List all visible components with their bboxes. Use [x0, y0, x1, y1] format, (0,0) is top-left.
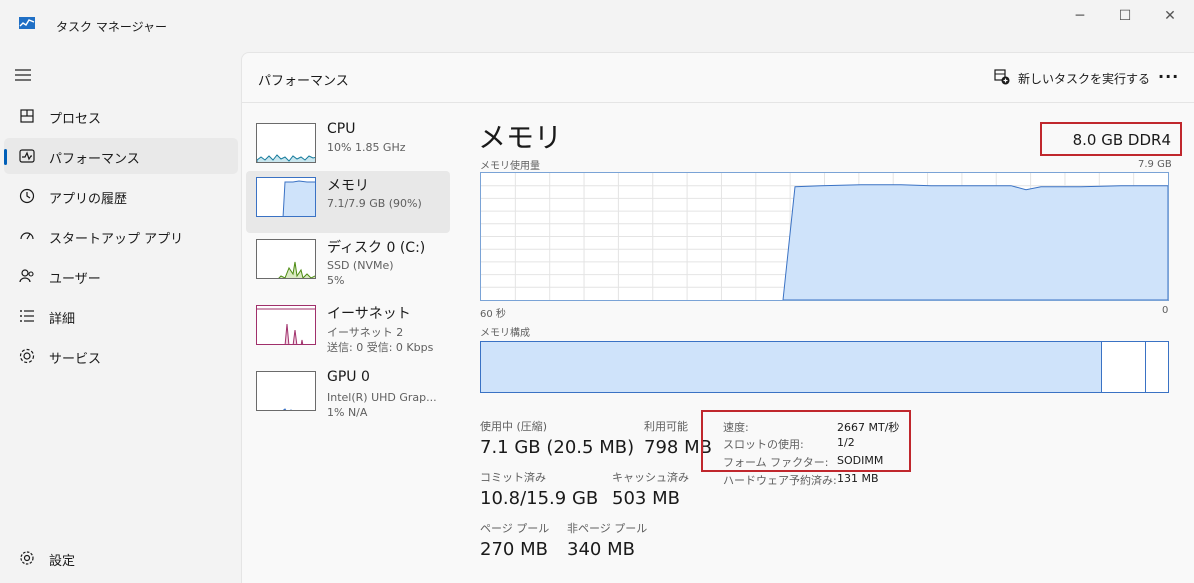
cached-label: キャッシュ済み — [612, 471, 689, 484]
device-detail: イーサネット 2 — [327, 326, 404, 339]
run-new-task-label: 新しいタスクを実行する — [1018, 72, 1151, 86]
hamburger-menu-icon[interactable] — [14, 66, 32, 84]
users-icon — [19, 269, 34, 283]
memory-thumbnail — [256, 177, 316, 217]
nav-item-users[interactable]: ユーザー — [4, 258, 238, 294]
time-axis-end: 0 — [1162, 305, 1169, 316]
device-name: イーサネット — [327, 306, 411, 322]
nav-item-services[interactable]: サービス — [4, 338, 238, 374]
paged-pool-value: 270 MB — [480, 539, 548, 560]
nav-label: プロセス — [49, 112, 102, 127]
close-button[interactable]: ✕ — [1155, 6, 1185, 26]
slots-value: 1/2 — [837, 436, 855, 449]
composition-modified — [1103, 342, 1146, 392]
task-manager-icon — [19, 17, 35, 29]
nav-item-settings[interactable]: 設定 — [4, 540, 238, 576]
nonpaged-pool-value: 340 MB — [567, 539, 635, 560]
in-use-value: 7.1 GB (20.5 MB) — [480, 437, 635, 458]
cpu-thumbnail — [256, 123, 316, 163]
form-factor-value: SODIMM — [837, 454, 884, 467]
more-options-button[interactable]: ··· — [1158, 67, 1179, 86]
cpu-mini-graph — [257, 154, 315, 162]
gpu-mini-graph — [282, 408, 293, 410]
device-card-memory[interactable]: メモリ 7.1/7.9 GB (90%) — [246, 171, 450, 233]
device-detail-2: 送信: 0 受信: 0 Kbps — [327, 341, 434, 354]
panel-header: パフォーマンス 新しいタスクを実行する ··· — [242, 53, 1194, 103]
title-bar: タスク マネージャー ─ ☐ ✕ — [0, 0, 1194, 48]
nav-item-startup-apps[interactable]: スタートアップ アプリ — [4, 218, 238, 254]
disk-mini-graph — [278, 261, 315, 278]
device-detail: 7.1/7.9 GB (90%) — [327, 197, 422, 210]
device-detail-2: 1% N/A — [327, 406, 368, 419]
hardware-reserved-label: ハードウェア予約済み: — [723, 474, 837, 487]
available-label: 利用可能 — [644, 420, 688, 433]
device-name: GPU 0 — [327, 369, 370, 385]
device-name: メモリ — [327, 178, 369, 194]
committed-label: コミット済み — [480, 471, 546, 484]
maximize-button[interactable]: ☐ — [1110, 6, 1140, 26]
gear-icon — [20, 551, 34, 565]
nav-label: パフォーマンス — [49, 152, 140, 167]
performance-icon — [19, 149, 35, 163]
page-title: パフォーマンス — [258, 74, 349, 89]
services-icon — [19, 348, 35, 364]
in-use-label: 使用中 (圧縮) — [480, 420, 548, 433]
memory-mini-graph — [282, 180, 315, 216]
nav-item-details[interactable]: 詳細 — [4, 298, 238, 334]
paged-pool-label: ページ プール — [480, 522, 550, 535]
device-card-cpu[interactable]: CPU 10% 1.85 GHz — [246, 117, 450, 179]
memory-composition-bar — [480, 341, 1169, 393]
device-name: ディスク 0 (C:) — [327, 240, 426, 256]
nav-item-app-history[interactable]: アプリの履歴 — [4, 178, 238, 214]
cached-value: 503 MB — [612, 488, 680, 509]
device-detail-2: 5% — [327, 274, 345, 287]
active-indicator — [4, 149, 7, 165]
memory-composition-label: メモリ構成 — [480, 328, 530, 339]
startup-icon — [20, 232, 34, 240]
new-task-icon — [994, 69, 1010, 85]
device-card-ethernet[interactable]: イーサネット イーサネット 2 送信: 0 受信: 0 Kbps — [246, 299, 450, 361]
nav-item-performance[interactable]: パフォーマンス — [4, 138, 238, 174]
memory-usage-area — [782, 184, 1169, 301]
form-factor-label: フォーム ファクター: — [723, 456, 829, 469]
ethernet-thumbnail — [256, 305, 316, 345]
nonpaged-pool-label: 非ページ プール — [567, 522, 648, 535]
gpu-thumbnail — [256, 371, 316, 411]
nav-item-processes[interactable]: プロセス — [4, 98, 238, 134]
nav-label: 設定 — [49, 554, 76, 569]
processes-icon — [20, 109, 34, 123]
ethernet-mini-graph — [257, 308, 315, 344]
memory-title: メモリ — [478, 121, 563, 154]
device-name: CPU — [327, 121, 356, 137]
nav-label: ユーザー — [49, 272, 101, 287]
speed-label: 速度: — [723, 421, 749, 434]
memory-usage-label: メモリ使用量 — [480, 161, 540, 172]
history-icon — [19, 188, 35, 204]
device-detail: Intel(R) UHD Grap... — [327, 391, 437, 404]
committed-value: 10.8/15.9 GB — [480, 488, 599, 509]
device-card-disk[interactable]: ディスク 0 (C:) SSD (NVMe) 5% — [246, 233, 450, 295]
memory-usage-max: 7.9 GB — [1138, 159, 1172, 170]
hardware-reserved-value: 131 MB — [837, 472, 879, 485]
device-detail: SSD (NVMe) — [327, 259, 394, 272]
nav-label: アプリの履歴 — [49, 192, 128, 207]
nav-label: サービス — [49, 352, 102, 367]
details-icon — [20, 310, 34, 322]
device-detail: 10% 1.85 GHz — [327, 141, 406, 154]
device-card-gpu[interactable]: GPU 0 Intel(R) UHD Grap... 1% N/A — [246, 365, 450, 427]
slots-label: スロットの使用: — [723, 438, 804, 451]
speed-value: 2667 MT/秒 — [837, 421, 900, 434]
time-axis-start: 60 秒 — [480, 309, 506, 320]
minimize-button[interactable]: ─ — [1065, 6, 1095, 26]
memory-usage-chart — [481, 173, 1169, 301]
nav-label: 詳細 — [49, 312, 76, 327]
disk-thumbnail — [256, 239, 316, 279]
window-title: タスク マネージャー — [56, 20, 167, 34]
memory-type-highlight: 8.0 GB DDR4 — [1040, 122, 1182, 156]
composition-in-use — [481, 342, 1102, 392]
nav-label: スタートアップ アプリ — [49, 232, 184, 247]
memory-type: 8.0 GB DDR4 — [1072, 131, 1171, 149]
memory-usage-graph — [480, 172, 1169, 301]
